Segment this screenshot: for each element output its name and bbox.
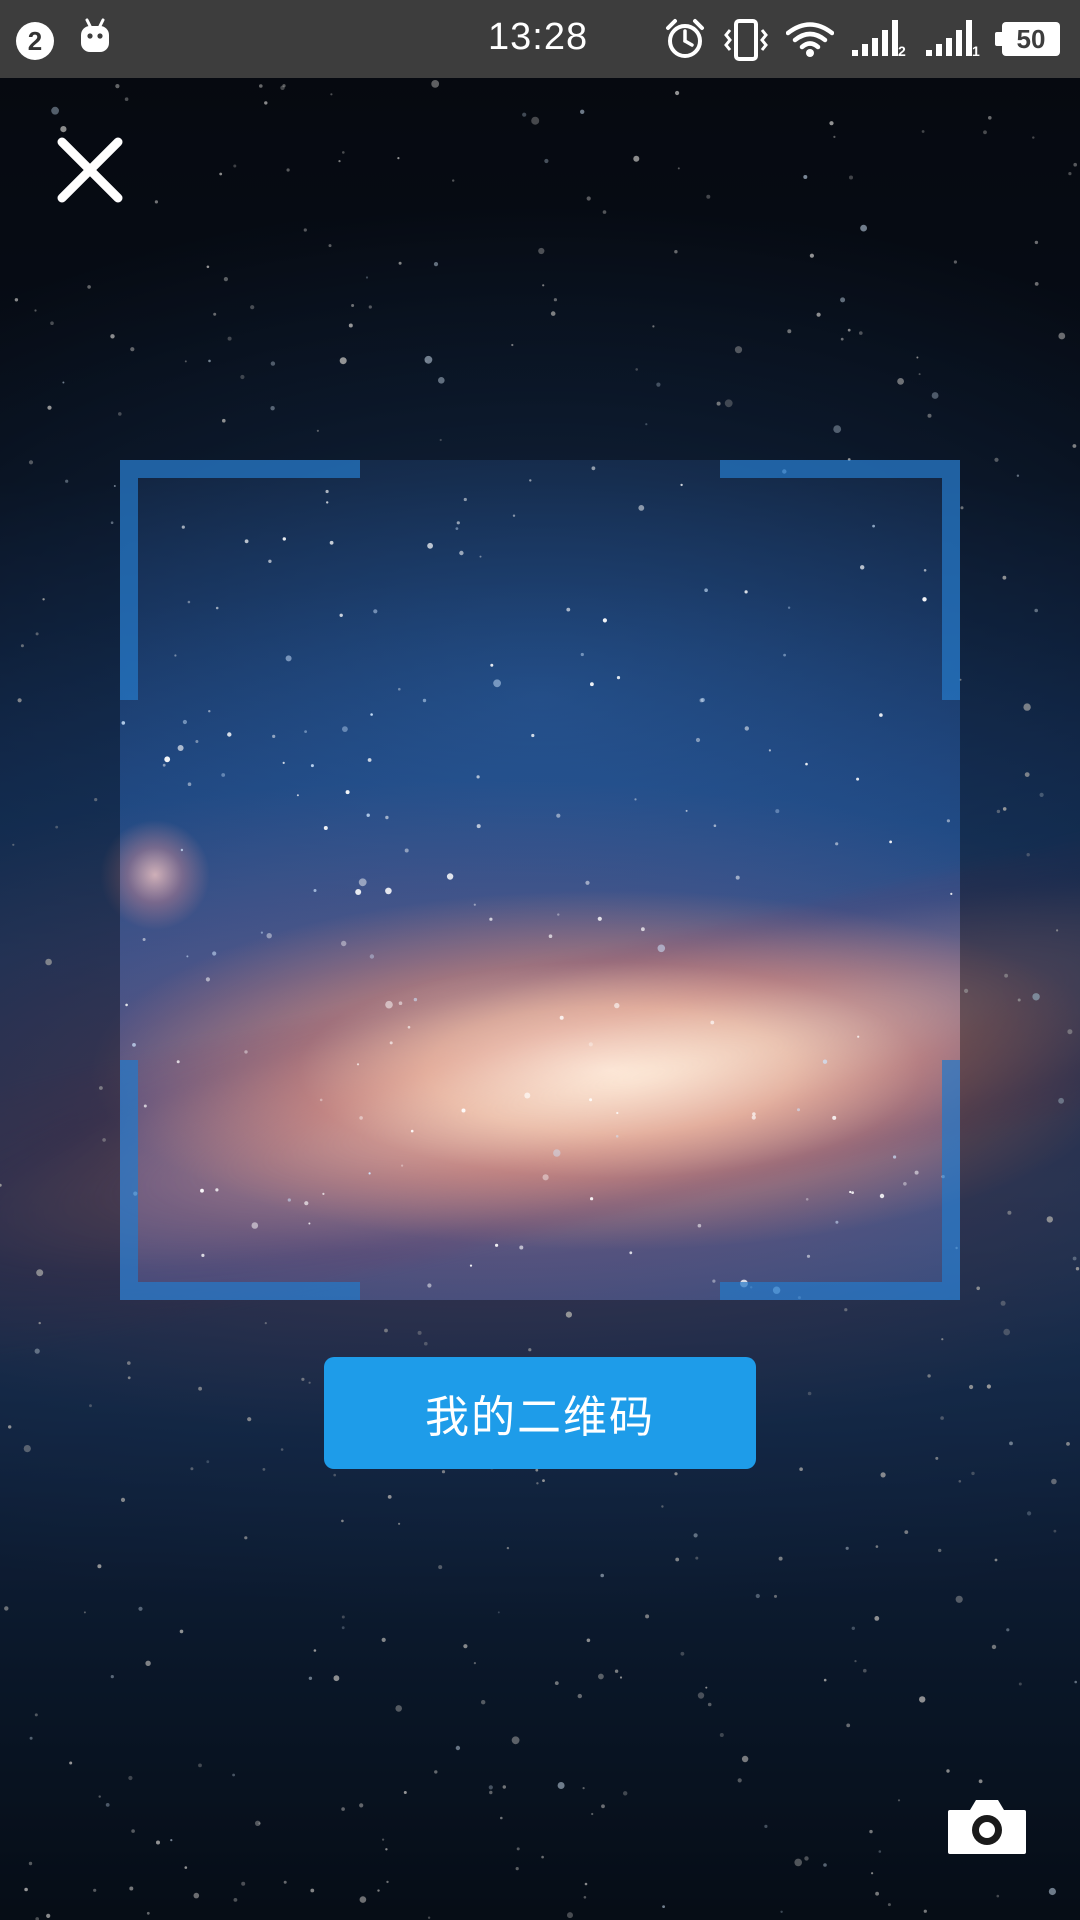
scan-mask-top: [0, 78, 1080, 460]
camera-icon: [948, 1800, 1026, 1854]
vibrate-icon: [724, 19, 768, 61]
sim-slot-label: 2: [898, 43, 906, 58]
wifi-icon: [786, 22, 834, 57]
close-button[interactable]: [52, 132, 128, 208]
qr-scanner-screen: 2 13:28 2 1 50 我的二维码: [0, 0, 1080, 1920]
alarm-icon: [666, 19, 704, 58]
scan-corner-top-right: [942, 478, 960, 700]
status-time: 13:28: [488, 16, 589, 58]
status-bar: 2 13:28 2 1 50: [0, 0, 1080, 78]
close-icon: [57, 137, 123, 203]
scan-corner-top-right: [720, 460, 960, 478]
camera-button[interactable]: [946, 1796, 1028, 1856]
scan-frame: [120, 460, 960, 1300]
signal-icon: 1: [926, 20, 980, 58]
scan-corner-bottom-right: [942, 1060, 960, 1282]
sim-slot-label: 1: [972, 43, 980, 58]
scan-corner-top-left: [120, 460, 360, 478]
battery-icon: 50: [995, 22, 1060, 56]
scan-corner-bottom-left: [120, 1060, 138, 1282]
scan-mask-left: [0, 460, 120, 1300]
my-qr-code-button[interactable]: 我的二维码: [324, 1357, 756, 1469]
scan-corner-top-left: [120, 478, 138, 700]
scan-corner-bottom-left: [120, 1282, 360, 1300]
scan-corner-bottom-right: [720, 1282, 960, 1300]
scan-mask-right: [960, 460, 1080, 1300]
android-icon: [81, 18, 109, 52]
notification-badge-icon: 2: [16, 22, 54, 60]
signal-icon: 2: [852, 20, 906, 58]
